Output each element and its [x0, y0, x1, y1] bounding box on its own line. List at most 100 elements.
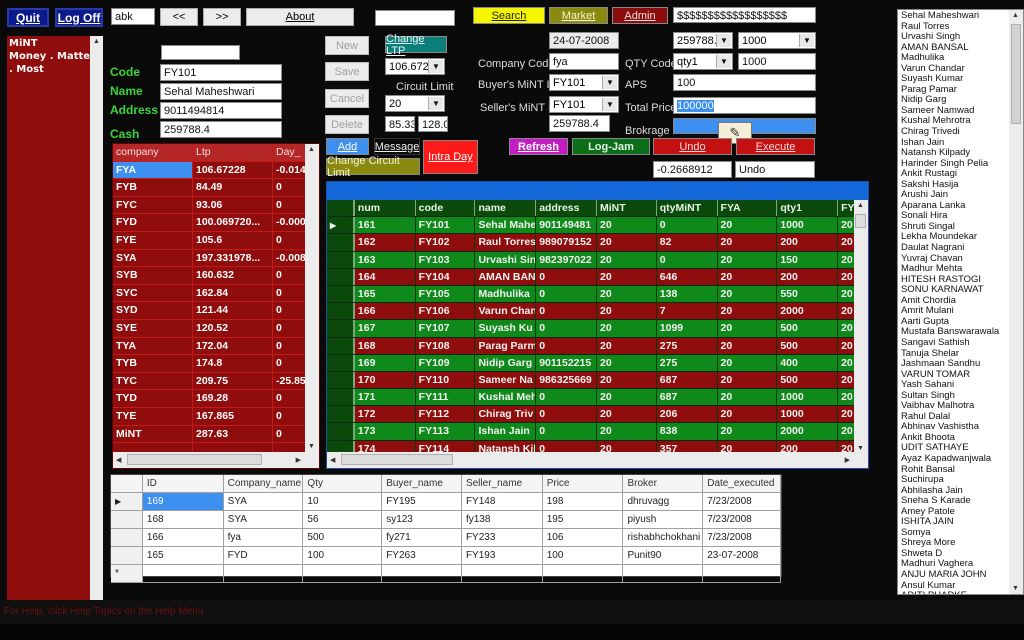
- table-cell[interactable]: 100: [303, 547, 383, 564]
- user-list-item[interactable]: UDIT SATHAYE: [901, 443, 1009, 454]
- chevron-down-icon[interactable]: ▼: [602, 76, 617, 89]
- user-list-item[interactable]: HITESH RASTOGI: [901, 275, 1009, 286]
- table-cell[interactable]: 138: [656, 285, 718, 303]
- chevron-down-icon[interactable]: ▼: [716, 55, 731, 68]
- table-cell[interactable]: 198: [543, 493, 624, 510]
- user-list-item[interactable]: Somya: [901, 528, 1009, 539]
- column-header[interactable]: Qty: [303, 475, 383, 492]
- table-cell[interactable]: 120.52: [193, 319, 273, 337]
- table-cell[interactable]: 169.28: [193, 390, 273, 407]
- table-cell[interactable]: -0.000: [273, 214, 307, 231]
- table-cell[interactable]: 162: [354, 234, 416, 251]
- add-button[interactable]: Add: [326, 138, 369, 155]
- previous-button[interactable]: <<: [160, 8, 198, 26]
- table-cell[interactable]: Nidip Garg: [475, 354, 537, 371]
- total-price-input[interactable]: 100000: [673, 97, 816, 114]
- row-header[interactable]: [327, 389, 355, 406]
- stock-row[interactable]: TYA 172.04 0: [113, 337, 319, 356]
- table-cell[interactable]: 687: [656, 371, 718, 389]
- undo-status-input[interactable]: Undo: [735, 161, 815, 178]
- account-top-input[interactable]: [161, 45, 240, 60]
- user-list-item[interactable]: Abhinav Vashistha: [901, 422, 1009, 433]
- row-header[interactable]: [327, 251, 355, 268]
- user-list-item[interactable]: Natansh Kilpady: [901, 148, 1009, 159]
- table-cell[interactable]: 23-07-2008: [703, 547, 781, 564]
- portfolio-row[interactable]: 164 FY104 AMAN BAN 0 20 646 20 200 20: [327, 268, 868, 286]
- user-list-item[interactable]: Harinder Singh Pelia: [901, 159, 1009, 170]
- user-list-item[interactable]: Aarti Gupta: [901, 317, 1009, 328]
- row-header[interactable]: [327, 371, 355, 389]
- stock-row[interactable]: SYD 121.44 0: [113, 302, 319, 320]
- user-list-item[interactable]: Kushal Mehrotra: [901, 116, 1009, 127]
- cash-combo[interactable]: 259788.4 ▼: [673, 32, 733, 49]
- table-cell[interactable]: 0: [656, 251, 718, 268]
- user-list-item[interactable]: Amit Chordia: [901, 296, 1009, 307]
- table-cell[interactable]: 500: [777, 320, 839, 337]
- table-cell[interactable]: 275: [656, 337, 718, 354]
- table-cell[interactable]: FY148: [462, 493, 543, 510]
- table-cell[interactable]: FY101: [415, 217, 476, 234]
- table-cell[interactable]: Raul Torres: [475, 234, 537, 251]
- stock-row[interactable]: FYA 106.67228 -0.014: [113, 161, 319, 180]
- table-cell[interactable]: 167.865: [193, 407, 273, 425]
- user-list-item[interactable]: Vaibhav Malhotra: [901, 401, 1009, 412]
- portfolio-grid-horizontal-scrollbar[interactable]: ◀ ▶: [327, 452, 868, 468]
- column-header[interactable]: qtyMiNT: [656, 200, 718, 217]
- table-cell[interactable]: 167: [354, 320, 416, 337]
- next-button[interactable]: >>: [203, 8, 241, 26]
- table-cell[interactable]: 163: [354, 251, 416, 268]
- table-cell[interactable]: 0: [536, 320, 597, 337]
- table-cell[interactable]: FY108: [415, 337, 476, 354]
- table-cell[interactable]: 20: [717, 268, 778, 285]
- quantity-combo[interactable]: 1000 ▼: [738, 32, 816, 49]
- table-cell[interactable]: FY110: [415, 371, 476, 389]
- table-cell[interactable]: 550: [777, 285, 839, 303]
- table-cell[interactable]: 160.632: [193, 267, 273, 284]
- table-cell[interactable]: [703, 565, 781, 582]
- user-list-item[interactable]: Ayaz Kapadwanjwala: [901, 454, 1009, 465]
- stock-row[interactable]: TYD 169.28 0: [113, 390, 319, 408]
- table-cell[interactable]: Kushal Meh: [475, 389, 537, 406]
- table-cell[interactable]: 7/23/2008: [703, 529, 781, 546]
- table-cell[interactable]: Suyash Ku: [475, 320, 537, 337]
- portfolio-row[interactable]: 167 FY107 Suyash Ku 0 20 1099 20 500 20: [327, 320, 868, 338]
- portfolio-grid-vertical-scrollbar[interactable]: ▲ ▼: [854, 200, 868, 454]
- buyer-id-combo[interactable]: FY101 ▼: [549, 74, 619, 91]
- stock-row[interactable]: FYB 84.49 0: [113, 179, 319, 197]
- change-circuit-limit-button[interactable]: Change Circuit Limit: [326, 155, 420, 179]
- table-cell[interactable]: FYB: [113, 179, 193, 196]
- table-cell[interactable]: 100: [543, 547, 624, 564]
- user-list-item[interactable]: Chirag Trivedi: [901, 127, 1009, 138]
- portfolio-row[interactable]: 172 FY112 Chirag Triv 0 20 206 20 1000 20: [327, 406, 868, 424]
- ltp-combo[interactable]: 106.67228 ▼: [385, 58, 445, 75]
- scroll-up-icon[interactable]: ▲: [857, 202, 864, 209]
- table-cell[interactable]: 20: [596, 320, 657, 337]
- table-cell[interactable]: 0: [273, 302, 307, 319]
- table-cell[interactable]: 287.63: [193, 425, 273, 443]
- table-cell[interactable]: 172.04: [193, 337, 273, 355]
- company-code-input[interactable]: fya: [549, 53, 619, 70]
- table-cell[interactable]: FYD: [224, 547, 304, 564]
- table-cell[interactable]: 0: [273, 319, 307, 337]
- user-list-item[interactable]: Arushi Jain: [901, 190, 1009, 201]
- user-list-item[interactable]: Ankit Bhoota: [901, 433, 1009, 444]
- user-list-item[interactable]: Daulat Nagrani: [901, 243, 1009, 254]
- scroll-down-icon[interactable]: ▼: [857, 445, 864, 452]
- table-cell[interactable]: 0: [273, 407, 307, 425]
- user-list-item[interactable]: Jashmaan Sandhu: [901, 359, 1009, 370]
- table-cell[interactable]: FY106: [415, 303, 476, 320]
- table-cell[interactable]: 20: [717, 423, 778, 440]
- table-cell[interactable]: 1000: [777, 406, 839, 423]
- current-row-indicator-icon[interactable]: ▶: [327, 217, 355, 234]
- save-button[interactable]: Save: [325, 62, 369, 81]
- table-cell[interactable]: FY107: [415, 320, 476, 337]
- table-cell[interactable]: FYC: [113, 196, 193, 214]
- scroll-left-icon[interactable]: ◀: [330, 456, 335, 464]
- table-cell[interactable]: 0: [536, 285, 597, 303]
- table-cell[interactable]: 0: [273, 284, 307, 302]
- stock-row[interactable]: TYC 209.75 -25.85: [113, 372, 319, 391]
- table-cell[interactable]: 209.75: [193, 372, 273, 390]
- quit-button[interactable]: Quit: [7, 8, 49, 27]
- about-button[interactable]: About: [246, 8, 354, 26]
- portfolio-grid[interactable]: num code name address MiNT qtyMiNT FYA q…: [326, 181, 869, 469]
